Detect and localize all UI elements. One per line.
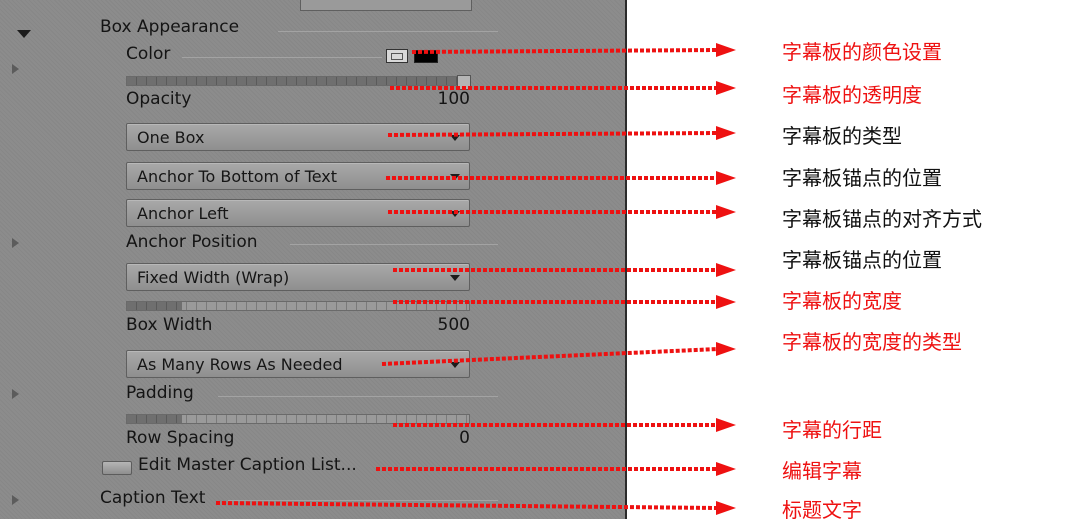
annotation-anchor-horizontal: 字幕板锚点的对齐方式 bbox=[782, 207, 982, 231]
annotation-color: 字幕板的颜色设置 bbox=[782, 40, 942, 64]
annotation-anchor-position: 字幕板锚点的位置 bbox=[782, 248, 942, 272]
annotation-box-type: 字幕板的类型 bbox=[782, 124, 902, 148]
annotation-row-spacing: 字幕的行距 bbox=[782, 418, 882, 442]
annotation-anchor-vertical: 字幕板锚点的位置 bbox=[782, 166, 942, 190]
annotation-edit-caption: 编辑字幕 bbox=[782, 459, 862, 483]
annotation-width-type: 字幕板的宽度的类型 bbox=[782, 330, 962, 354]
dotted-arrow-icon bbox=[215, 48, 719, 510]
annotation-box-width: 字幕板的宽度 bbox=[782, 289, 902, 313]
annotation-opacity: 字幕板的透明度 bbox=[782, 83, 922, 107]
